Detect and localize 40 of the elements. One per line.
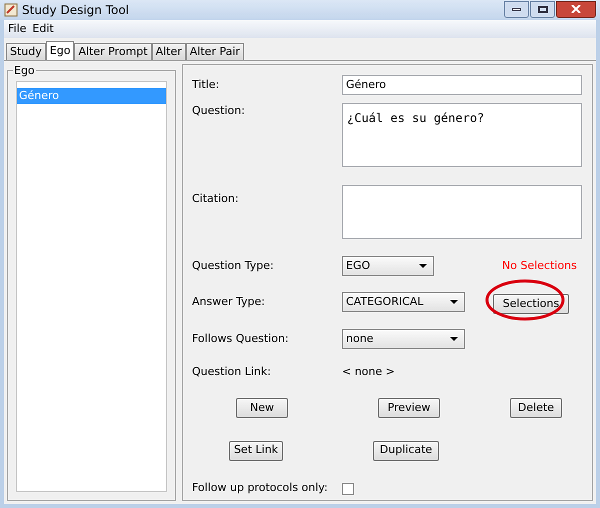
tab[interactable]: Alter — [152, 43, 186, 60]
citation-field[interactable] — [342, 185, 582, 239]
field-label: Follow up protocols only: — [192, 480, 329, 496]
dropdown[interactable]: CATEGORICAL — [342, 292, 465, 312]
field-label: Citation: — [192, 191, 240, 207]
dropdown[interactable]: EGO — [342, 256, 434, 276]
tab[interactable]: Ego — [46, 41, 74, 60]
action-button[interactable]: Set Link — [229, 440, 283, 460]
title-field[interactable]: Género — [342, 75, 582, 95]
question-field[interactable]: ¿Cuál es su género? — [342, 103, 582, 167]
action-button[interactable]: New — [236, 398, 288, 418]
minimize-button[interactable] — [504, 0, 529, 18]
action-button[interactable]: Delete — [510, 398, 562, 418]
checkbox[interactable] — [342, 482, 354, 494]
menu-item[interactable]: File — [8, 20, 26, 38]
caret-icon — [450, 337, 458, 341]
close-button[interactable] — [556, 0, 596, 18]
action-button[interactable]: Duplicate — [373, 440, 439, 460]
field-label: Question: — [192, 103, 246, 119]
tab[interactable]: Alter Pair — [186, 43, 244, 60]
field-label: Title: — [192, 76, 220, 93]
caret-icon — [419, 264, 427, 268]
tab[interactable]: Study — [6, 43, 46, 60]
dropdown[interactable]: none — [342, 329, 465, 349]
action-button[interactable]: Preview — [378, 398, 440, 418]
field-label: Question Type: — [192, 258, 275, 274]
status-text: No Selections — [502, 258, 577, 274]
window-title: Study Design Tool — [22, 2, 130, 19]
field-label: Question Link: — [192, 364, 272, 380]
maximize-button[interactable] — [530, 0, 555, 18]
link-value: < none > — [342, 364, 395, 380]
field-label: Answer Type: — [192, 294, 266, 310]
group-title: Ego — [13, 63, 36, 80]
menu-item[interactable]: Edit — [32, 20, 54, 38]
caret-icon — [450, 300, 458, 304]
tab[interactable]: Alter Prompt — [74, 43, 152, 60]
close-icon — [571, 5, 581, 13]
action-button[interactable]: Selections — [493, 294, 569, 314]
app-icon — [4, 3, 18, 17]
field-label: Follows Question: — [192, 330, 290, 347]
